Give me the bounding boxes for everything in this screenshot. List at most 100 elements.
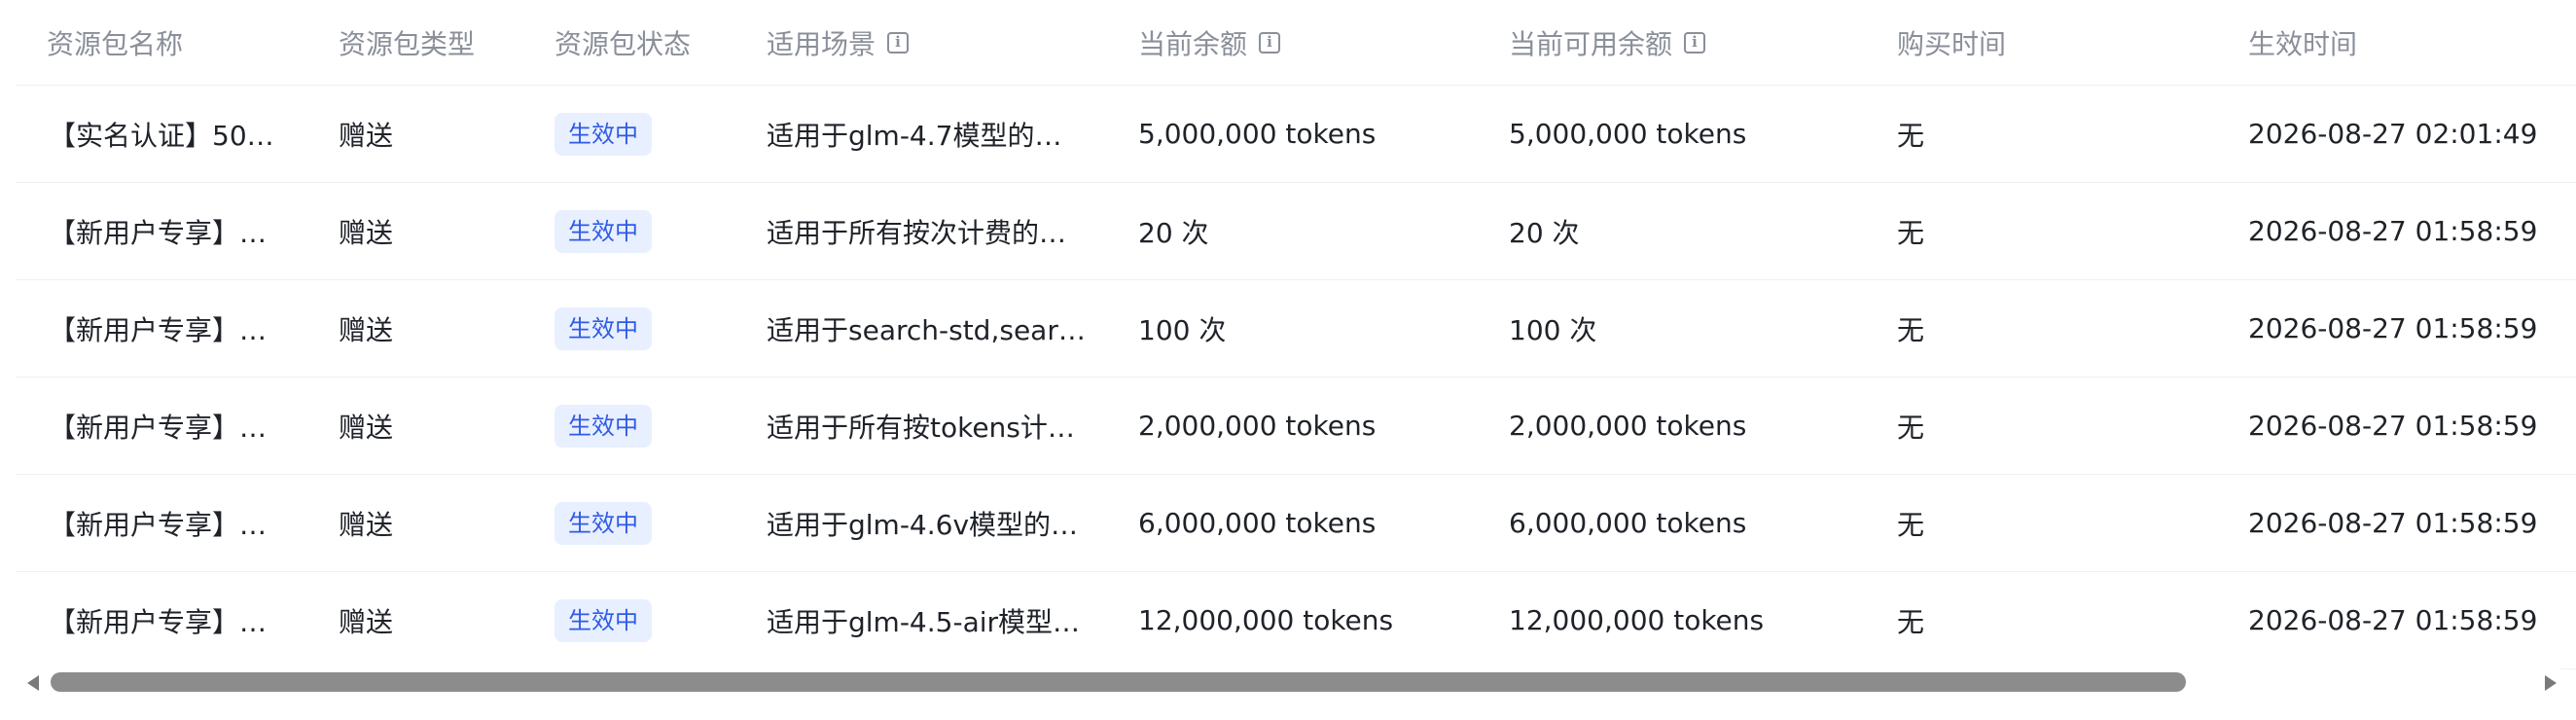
table-row[interactable]: 【实名认证】50… 赠送 生效中 适用于glm-4.7模型的… 5,000,00… (16, 86, 2576, 183)
purchase-time-cell: 无 (1897, 280, 2189, 377)
table-row[interactable]: 【新用户专享】… 赠送 生效中 适用于glm-4.5-air模型… 12,000… (16, 572, 2576, 669)
package-name-cell: 【实名认证】50… (49, 86, 292, 182)
status-badge: 生效中 (555, 404, 652, 448)
purchase-time-value: 无 (1897, 313, 1925, 346)
purchase-time-cell: 无 (1897, 475, 2189, 571)
scene-cell: 适用于所有按tokens计… (767, 378, 1088, 474)
package-name-cell: 【新用户专享】… (49, 475, 292, 571)
balance-value: 20 次 (1138, 216, 1209, 249)
column-header-type: 资源包类型 (339, 0, 514, 85)
package-name-cell: 【新用户专享】… (49, 572, 292, 668)
package-type-cell: 赠送 (339, 572, 514, 668)
effective-time-value: 2026-08-27 02:01:49 (2248, 118, 2538, 150)
column-header-label: 资源包类型 (339, 27, 476, 60)
purchase-time-value: 无 (1897, 119, 1925, 152)
effective-time-value: 2026-08-27 01:58:59 (2248, 604, 2538, 636)
effective-time-value: 2026-08-27 01:58:59 (2248, 312, 2538, 344)
scrollbar-thumb[interactable] (51, 672, 2186, 692)
info-icon[interactable]: i (1259, 31, 1281, 54)
table-row[interactable]: 【新用户专享】… 赠送 生效中 适用于glm-4.6v模型的… 6,000,00… (16, 475, 2576, 572)
effective-time-cell: 2026-08-27 01:58:59 (2248, 572, 2576, 668)
package-type: 赠送 (339, 411, 394, 444)
status-badge: 生效中 (555, 112, 652, 156)
column-header-label: 生效时间 (2248, 27, 2358, 60)
purchase-time-value: 无 (1897, 605, 1925, 638)
package-type-cell: 赠送 (339, 475, 514, 571)
purchase-time-value: 无 (1897, 508, 1925, 541)
balance-cell: 5,000,000 tokens (1138, 86, 1469, 182)
table-row[interactable]: 【新用户专享】… 赠送 生效中 适用于所有按次计费的… 20 次 20 次 无 … (16, 183, 2576, 280)
package-name: 【新用户专享】… (49, 313, 268, 346)
arrow-right-icon[interactable] (2545, 675, 2557, 691)
effective-time-cell: 2026-08-27 01:58:59 (2248, 280, 2576, 377)
balance-cell: 6,000,000 tokens (1138, 475, 1469, 571)
available-balance-cell: 2,000,000 tokens (1509, 378, 1878, 474)
balance-cell: 20 次 (1138, 183, 1469, 279)
table-row[interactable]: 【新用户专享】… 赠送 生效中 适用于所有按tokens计… 2,000,000… (16, 378, 2576, 475)
balance-cell: 100 次 (1138, 280, 1469, 377)
scene-cell: 适用于所有按次计费的… (767, 183, 1088, 279)
scene-cell: 适用于search-std,sear… (767, 280, 1088, 377)
available-balance-value: 12,000,000 tokens (1509, 604, 1765, 636)
purchase-time-value: 无 (1897, 216, 1925, 249)
horizontal-scrollbar[interactable] (16, 667, 2560, 697)
scene-text: 适用于所有按次计费的… (767, 216, 1067, 249)
effective-time-value: 2026-08-27 01:58:59 (2248, 215, 2538, 247)
effective-time-value: 2026-08-27 01:58:59 (2248, 410, 2538, 442)
package-status-cell: 生效中 (555, 86, 730, 182)
available-balance-value: 100 次 (1509, 313, 1597, 346)
balance-value: 5,000,000 tokens (1138, 118, 1377, 150)
package-name-cell: 【新用户专享】… (49, 183, 292, 279)
package-type: 赠送 (339, 508, 394, 541)
column-header-label: 当前余额 (1138, 27, 1248, 60)
status-badge: 生效中 (555, 501, 652, 545)
available-balance-cell: 5,000,000 tokens (1509, 86, 1878, 182)
column-header-available-balance: 当前可用余额 i (1509, 0, 1878, 85)
available-balance-cell: 12,000,000 tokens (1509, 572, 1878, 668)
column-header-label: 适用场景 (767, 27, 877, 60)
purchase-time-cell: 无 (1897, 183, 2189, 279)
scene-text: 适用于glm-4.7模型的… (767, 119, 1062, 152)
package-type-cell: 赠送 (339, 378, 514, 474)
column-header-purchase-time: 购买时间 (1897, 0, 2189, 85)
available-balance-cell: 100 次 (1509, 280, 1878, 377)
table-body: 资源包名称 资源包类型 资源包状态 适用场景 i 当前余额 i 当前可用余额 i… (16, 0, 2576, 669)
package-status-cell: 生效中 (555, 280, 730, 377)
effective-time-cell: 2026-08-27 01:58:59 (2248, 378, 2576, 474)
info-icon[interactable]: i (1684, 31, 1706, 54)
package-type: 赠送 (339, 119, 394, 152)
scene-cell: 适用于glm-4.7模型的… (767, 86, 1088, 182)
status-badge: 生效中 (555, 598, 652, 642)
table-row[interactable]: 【新用户专享】… 赠送 生效中 适用于search-std,sear… 100 … (16, 280, 2576, 378)
info-icon[interactable]: i (887, 31, 910, 54)
column-header-balance: 当前余额 i (1138, 0, 1469, 85)
package-type-cell: 赠送 (339, 183, 514, 279)
column-header-label: 购买时间 (1897, 27, 2007, 60)
status-badge: 生效中 (555, 306, 652, 350)
available-balance-value: 20 次 (1509, 216, 1580, 249)
package-name: 【实名认证】50… (49, 119, 274, 152)
package-name-cell: 【新用户专享】… (49, 280, 292, 377)
column-header-label: 资源包状态 (555, 27, 692, 60)
purchase-time-cell: 无 (1897, 86, 2189, 182)
package-name-cell: 【新用户专享】… (49, 378, 292, 474)
package-type: 赠送 (339, 313, 394, 346)
scene-text: 适用于search-std,sear… (767, 313, 1086, 346)
available-balance-value: 6,000,000 tokens (1509, 507, 1747, 539)
balance-value: 2,000,000 tokens (1138, 410, 1377, 442)
package-type-cell: 赠送 (339, 280, 514, 377)
arrow-left-icon[interactable] (27, 675, 39, 691)
available-balance-value: 5,000,000 tokens (1509, 118, 1747, 150)
purchase-time-value: 无 (1897, 411, 1925, 444)
effective-time-cell: 2026-08-27 01:58:59 (2248, 475, 2576, 571)
balance-value: 100 次 (1138, 313, 1227, 346)
available-balance-cell: 20 次 (1509, 183, 1878, 279)
column-header-label: 当前可用余额 (1509, 27, 1673, 60)
table-header: 资源包名称 资源包类型 资源包状态 适用场景 i 当前余额 i 当前可用余额 i… (16, 0, 2576, 86)
package-status-cell: 生效中 (555, 183, 730, 279)
column-header-status: 资源包状态 (555, 0, 730, 85)
available-balance-value: 2,000,000 tokens (1509, 410, 1747, 442)
package-name: 【新用户专享】… (49, 216, 268, 249)
scene-cell: 适用于glm-4.6v模型的… (767, 475, 1088, 571)
package-status-cell: 生效中 (555, 378, 730, 474)
